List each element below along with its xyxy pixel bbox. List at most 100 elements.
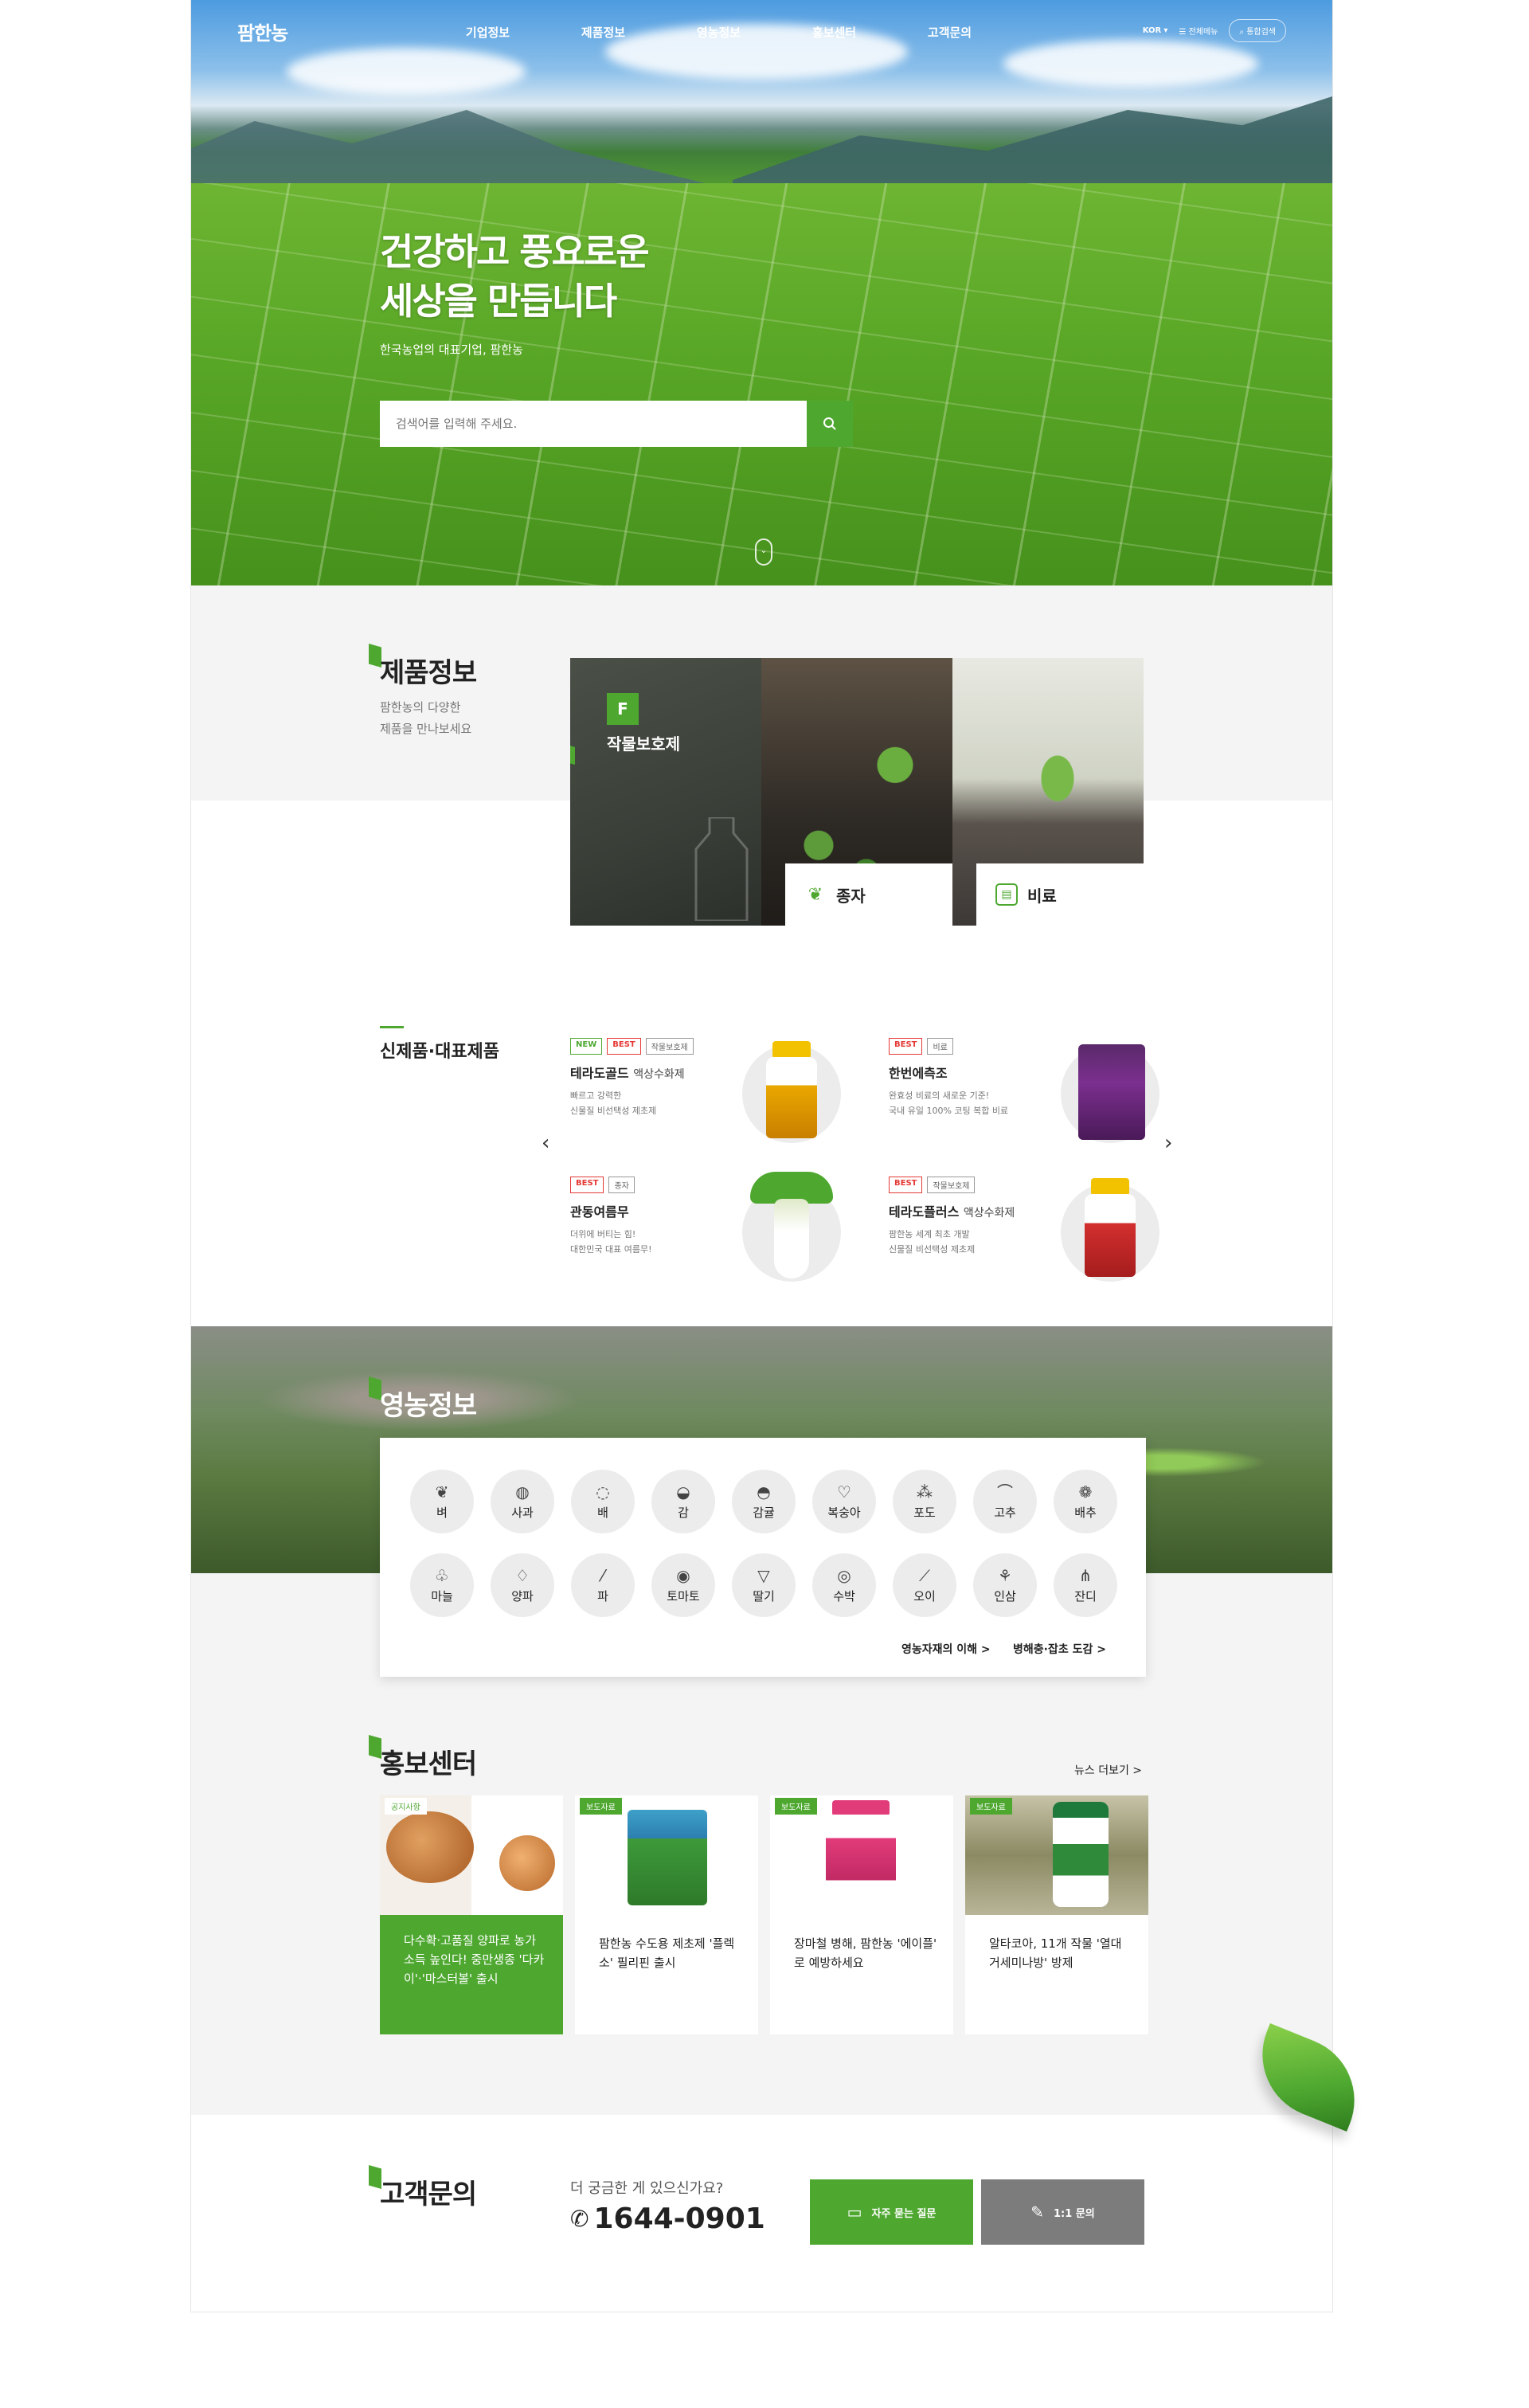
product-card[interactable]: BEST 종자 관동여름무 더위에 버티는 힘! 대한민국 대표 여름무! [570,1172,841,1288]
scroll-down-icon[interactable]: ⌄ [755,538,772,566]
all-menu-button[interactable]: ☰ 전체메뉴 [1179,25,1218,37]
rice-icon: ❦ [435,1482,449,1502]
tomato-icon: ◉ [676,1565,690,1585]
tile-seeds-label: ❦ 종자 [785,863,952,926]
news-tag: 공지사항 [385,1798,427,1815]
pepper-icon: ⌒ [997,1482,1013,1502]
crop-pepper[interactable]: ⌒ 고추 [973,1470,1037,1533]
crop-green-onion[interactable]: ⁄ 파 [571,1553,635,1617]
badge-best: BEST [889,1177,923,1193]
product-card[interactable]: BEST 비료 한번에측조 완효성 비료의 새로운 기준! 국내 유일 100% … [889,1038,1159,1149]
badge-category: 종자 [608,1177,635,1193]
badge-best: BEST [570,1177,604,1193]
crop-tangerine[interactable]: ◓ 감귤 [732,1470,796,1533]
badge-best: BEST [889,1038,923,1055]
news-tag: 보도자료 [580,1798,622,1815]
language-select[interactable]: KOR ▾ [1143,26,1168,35]
tile-seeds[interactable]: ❦ 종자 [761,658,952,926]
crop-tomato[interactable]: ◉ 토마토 [651,1553,715,1617]
apple-icon: ◍ [515,1482,530,1502]
crop-cabbage[interactable]: ❁ 배추 [1054,1470,1117,1533]
nav-item-support[interactable]: 고객문의 [892,24,1007,41]
crop-watermelon[interactable]: ◎ 수박 [812,1553,876,1617]
badge-best: BEST [607,1038,641,1055]
tile-fertilizer[interactable]: ▤ 비료 [952,658,1144,926]
tile-crop-protection[interactable]: F 작물보호제 [570,658,761,926]
green-onion-icon: ⁄ [601,1565,604,1585]
edit-icon: ✎ [1030,2202,1044,2222]
qna-button[interactable]: ✎ 1:1 문의 [981,2179,1144,2245]
main-nav: 기업정보 제품정보 영농정보 홍보센터 고객문의 [430,24,1007,41]
faq-button[interactable]: ▭ 자주 묻는 질문 [810,2179,973,2245]
pest-guide-link[interactable]: 병해충·잡초 도감 > [1013,1641,1106,1657]
hero-subtitle: 한국농업의 대표기업, 팜한농 [380,343,523,357]
crop-panel: ❦ 벼 ◍ 사과 ◌ 배 ◒ 감 ◓ 감귤 ♡ 복숭아 ⁂ 포도 ⌒ 고추 ❁ 배추 ♧ 마늘 ♢ 양… [380,1438,1146,1677]
crop-grape[interactable]: ⁂ 포도 [893,1470,956,1533]
sprout-icon: ❦ [808,884,823,905]
contact-title: 고객문의 [380,2179,477,2210]
crop-onion[interactable]: ♢ 양파 [491,1553,554,1617]
contact-question: 더 궁금한 게 있으신가요? [570,2180,724,2197]
news-card[interactable]: 공지사항 다수확·고품질 양파로 농가 소득 높인다! 중만생종 '다카이'·'… [380,1795,563,2034]
news-card[interactable]: 보도자료 알타코아, 11개 작물 '열대거세미나방' 방제 [965,1795,1148,2034]
crop-grass[interactable]: ⋔ 잔디 [1054,1553,1117,1617]
crop-apple[interactable]: ◍ 사과 [491,1470,554,1533]
nav-item-farming[interactable]: 영농정보 [661,24,776,41]
logo[interactable]: 팜한농 [237,18,288,45]
news-card[interactable]: 보도자료 장마철 병해, 팜한농 '에이플' 로 예방하세요 [770,1795,953,2034]
news-card[interactable]: 보도자료 팜한농 수도용 제초제 '플렉소' 필리핀 출시 [575,1795,758,2034]
badge-category: 작물보호제 [927,1177,976,1193]
hero-banner: 팜한농 기업정보 제품정보 영농정보 홍보센터 고객문의 KOR ▾ ☰ 전체메… [191,0,1332,585]
product-image [742,1041,841,1143]
search-button[interactable] [807,401,853,447]
crop-rice[interactable]: ❦ 벼 [410,1470,474,1533]
crop-strawberry[interactable]: ▽ 딸기 [732,1553,796,1617]
news-text: 다수확·고품질 양파로 농가 소득 높인다! 중만생종 '다카이'·'마스터볼'… [404,1933,545,1986]
crop-garlic[interactable]: ♧ 마늘 [410,1553,474,1617]
menu-icon: ☰ [1179,28,1187,37]
nav-item-products[interactable]: 제품정보 [546,24,661,41]
crop-cucumber[interactable]: ⟋ 오이 [893,1553,956,1617]
page-wrapper: 팜한농 기업정보 제품정보 영농정보 홍보센터 고객문의 KOR ▾ ☰ 전체메… [190,0,1333,2312]
cabbage-icon: ❁ [1078,1482,1093,1502]
next-arrow-icon[interactable]: › [1164,1131,1172,1155]
crop-persimmon[interactable]: ◒ 감 [651,1470,715,1533]
farming-title: 영농정보 [380,1390,477,1422]
news-tag: 보도자료 [970,1798,1012,1815]
product-image [1061,1178,1159,1282]
garlic-icon: ♧ [435,1565,449,1585]
prev-arrow-icon[interactable]: ‹ [542,1131,549,1155]
badge-category: 비료 [927,1038,953,1055]
hero-title: 건강하고 풍요로운 세상을 만듭니다 [380,230,650,323]
products-title: 제품정보 [380,657,477,689]
crop-peach[interactable]: ♡ 복숭아 [812,1470,876,1533]
search-box [380,401,807,447]
news-text: 장마철 병해, 팜한농 '에이플' 로 예방하세요 [794,1936,937,1970]
tile-flag-icon [570,744,575,765]
search-input[interactable] [380,401,807,447]
new-products-title: 신제품·대표제품 [380,1042,500,1062]
farming-materials-link[interactable]: 영농자재의 이해 > [901,1641,991,1657]
grass-icon: ⋔ [1078,1565,1093,1585]
nav-item-company[interactable]: 기업정보 [430,24,546,41]
fertilizer-icon: ▤ [995,883,1018,906]
peach-icon: ♡ [837,1482,851,1502]
bottle-icon [694,817,749,921]
tile-label: 작물보호제 [607,734,680,754]
contact-phone[interactable]: ✆ 1644-0901 [570,2202,765,2235]
news-more-link[interactable]: 뉴스 더보기 > [1074,1762,1142,1778]
tile-fertilizer-label: ▤ 비료 [976,863,1144,926]
crop-ginseng[interactable]: ⚘ 인삼 [973,1553,1037,1617]
news-text: 알타코아, 11개 작물 '열대거세미나방' 방제 [989,1936,1122,1970]
persimmon-icon: ◒ [676,1482,690,1502]
product-card[interactable]: BEST 작물보호제 테라도플러스 액상수화제 팜한농 세계 최초 개발 신물질 … [889,1177,1159,1288]
badge-category: 작물보호제 [645,1038,694,1055]
search-icon: ⌕ [1239,28,1244,37]
product-image [1061,1044,1159,1143]
crop-pear[interactable]: ◌ 배 [571,1470,635,1533]
global-search-button[interactable]: ⌕ 통합검색 [1229,19,1286,42]
nav-item-pr[interactable]: 홍보센터 [776,24,892,41]
product-card[interactable]: NEW BEST 작물보호제 테라도골드 액상수화제 빠르고 강력한 신물질 비선… [570,1038,841,1149]
news-title: 홍보센터 [380,1748,477,1780]
utility-menu: KOR ▾ ☰ 전체메뉴 ⌕ 통합검색 [1143,19,1286,42]
